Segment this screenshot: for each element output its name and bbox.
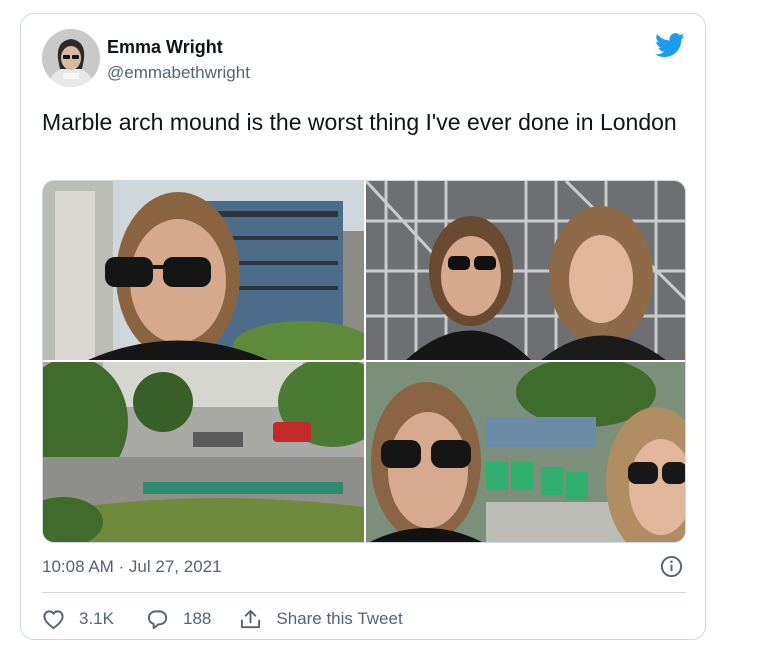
reply-count: 188 bbox=[182, 609, 212, 628]
like-button[interactable]: 3.1K bbox=[42, 608, 114, 631]
reply-bubble-icon bbox=[147, 609, 168, 629]
user-handle[interactable]: @emmabethwright bbox=[107, 63, 250, 83]
twitter-bird-icon[interactable] bbox=[655, 33, 685, 58]
action-bar: 3.1K 188 Share this Tweet bbox=[42, 602, 403, 636]
avatar[interactable] bbox=[42, 29, 100, 87]
reply-button[interactable]: 188 bbox=[146, 608, 211, 631]
info-icon[interactable] bbox=[660, 555, 683, 578]
photo-1[interactable] bbox=[43, 181, 364, 360]
display-name[interactable]: Emma Wright bbox=[107, 37, 223, 58]
tweet-card[interactable]: Emma Wright @emmabethwright Marble arch … bbox=[20, 13, 706, 640]
tweet-text: Marble arch mound is the worst thing I'v… bbox=[42, 109, 677, 135]
photo-4[interactable] bbox=[366, 362, 685, 542]
like-count: 3.1K bbox=[79, 609, 114, 628]
photo-3[interactable] bbox=[43, 362, 364, 542]
share-label: Share this Tweet bbox=[276, 609, 403, 628]
share-button[interactable]: Share this Tweet bbox=[239, 608, 403, 631]
divider bbox=[42, 592, 686, 593]
avatar-image bbox=[42, 29, 100, 87]
tweet-timestamp[interactable]: 10:08 AM · Jul 27, 2021 bbox=[42, 557, 222, 577]
share-icon bbox=[241, 609, 261, 628]
media-grid bbox=[42, 180, 686, 543]
photo-2[interactable] bbox=[366, 181, 685, 360]
heart-icon bbox=[43, 609, 64, 629]
